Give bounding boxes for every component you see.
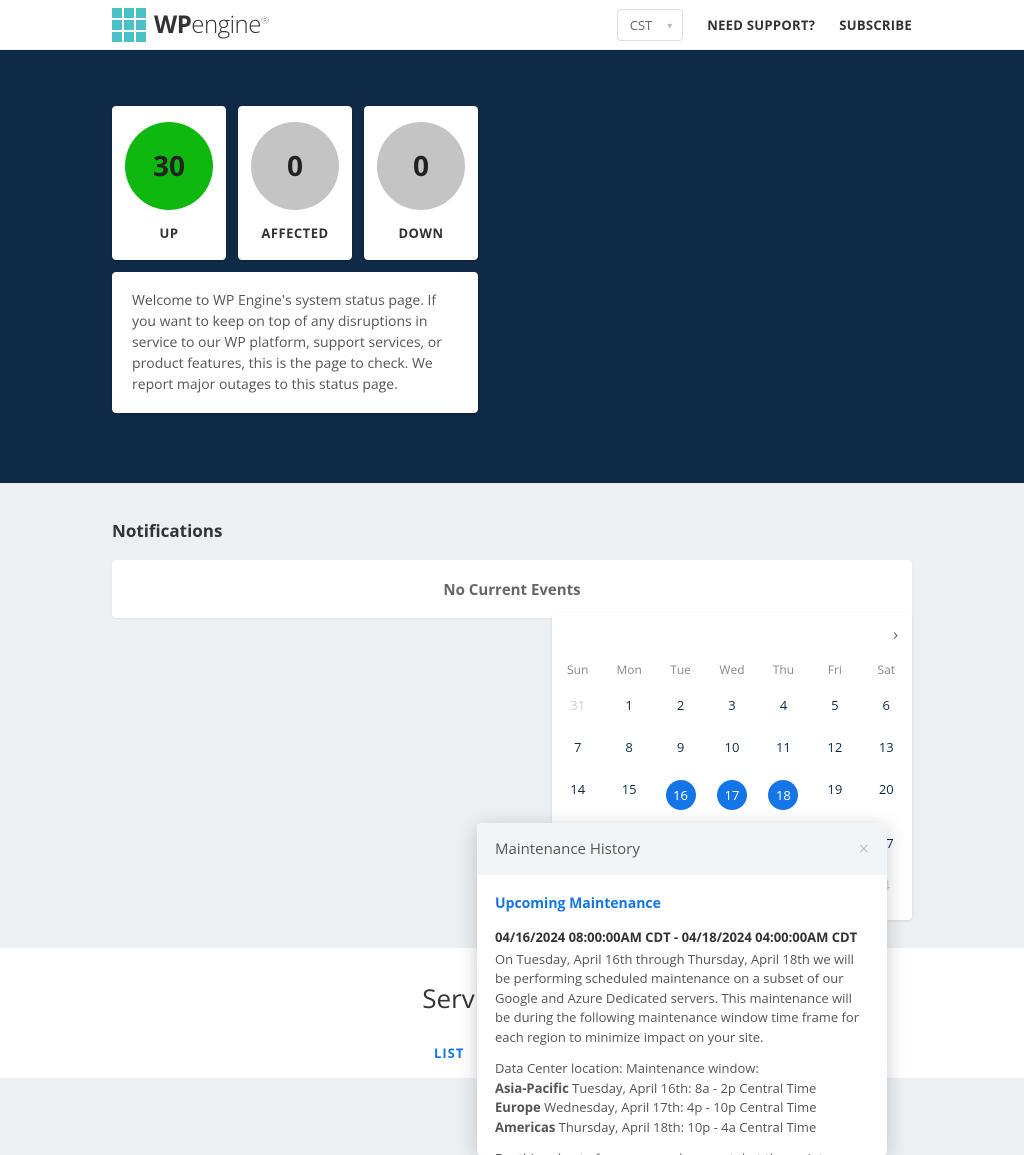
calendar-day[interactable]: 17 — [706, 768, 757, 822]
up-count: 30 — [125, 122, 213, 210]
affected-count: 0 — [251, 122, 339, 210]
stat-down-card: 0 DOWN — [364, 106, 478, 260]
no-events-text: No Current Events — [443, 580, 580, 600]
need-support-link[interactable]: NEED SUPPORT? — [707, 16, 815, 34]
calendar-day[interactable]: 15 — [603, 768, 654, 822]
stat-up-card: 30 UP — [112, 106, 226, 260]
calendar-day[interactable]: 4 — [758, 684, 809, 726]
calendar-day[interactable]: 19 — [809, 768, 860, 822]
calendar-day[interactable]: 3 — [706, 684, 757, 726]
dow-label: Wed — [706, 655, 757, 684]
maintenance-description: On Tuesday, April 16th through Thursday,… — [495, 950, 869, 1048]
popover-title: Maintenance History — [495, 839, 640, 859]
calendar-day[interactable]: 11 — [758, 726, 809, 768]
dow-label: Fri — [809, 655, 860, 684]
calendar-day[interactable]: 8 — [603, 726, 654, 768]
dow-label: Sun — [552, 655, 603, 684]
calendar-day[interactable]: 9 — [655, 726, 706, 768]
stat-affected-card: 0 AFFECTED — [238, 106, 352, 260]
calendar-day[interactable]: 18 — [758, 768, 809, 822]
dow-label: Mon — [603, 655, 654, 684]
maintenance-impact: For this subset of servers, we do expect… — [495, 1149, 869, 1155]
upcoming-maintenance-heading: Upcoming Maintenance — [495, 893, 869, 914]
timezone-select[interactable]: CST — [617, 9, 683, 41]
current-events-bar: No Current Events — [112, 560, 912, 618]
topbar: WPengine® CST NEED SUPPORT? SUBSCRIBE — [0, 0, 1024, 50]
welcome-text: Welcome to WP Engine's system status pag… — [132, 290, 458, 395]
calendar-day[interactable]: 14 — [552, 768, 603, 822]
notifications-title: Notifications — [112, 519, 912, 542]
datacenter-windows: Data Center location: Maintenance window… — [495, 1059, 869, 1137]
calendar-next-icon[interactable]: › — [893, 623, 898, 645]
calendar-day[interactable]: 6 — [861, 684, 912, 726]
subscribe-link[interactable]: SUBSCRIBE — [839, 16, 912, 34]
dow-label: Sat — [861, 655, 912, 684]
hero-section: 30 UP 0 AFFECTED 0 DOWN Welcome to WP En… — [0, 50, 1024, 483]
wpengine-logo-icon — [112, 8, 146, 42]
calendar-day[interactable]: 1 — [603, 684, 654, 726]
calendar-day[interactable]: 20 — [861, 768, 912, 822]
down-count: 0 — [377, 122, 465, 210]
calendar-day[interactable]: 2 — [655, 684, 706, 726]
logo[interactable]: WPengine® — [112, 8, 269, 42]
tab-list[interactable]: LIST — [434, 1044, 464, 1068]
maintenance-history-popover: Maintenance History × Upcoming Maintenan… — [477, 823, 887, 1155]
calendar-day[interactable]: 13 — [861, 726, 912, 768]
calendar-day[interactable]: 16 — [655, 768, 706, 822]
notifications-section: Notifications No Current Events › SunMon… — [0, 483, 1024, 948]
dow-label: Thu — [758, 655, 809, 684]
close-icon[interactable]: × — [859, 837, 869, 861]
logo-text: WPengine® — [154, 8, 269, 41]
calendar-day[interactable]: 12 — [809, 726, 860, 768]
welcome-card: Welcome to WP Engine's system status pag… — [112, 272, 478, 413]
calendar-day[interactable]: 10 — [706, 726, 757, 768]
calendar-day[interactable]: 7 — [552, 726, 603, 768]
calendar-day[interactable]: 5 — [809, 684, 860, 726]
calendar-day[interactable]: 31 — [552, 684, 603, 726]
dow-label: Tue — [655, 655, 706, 684]
